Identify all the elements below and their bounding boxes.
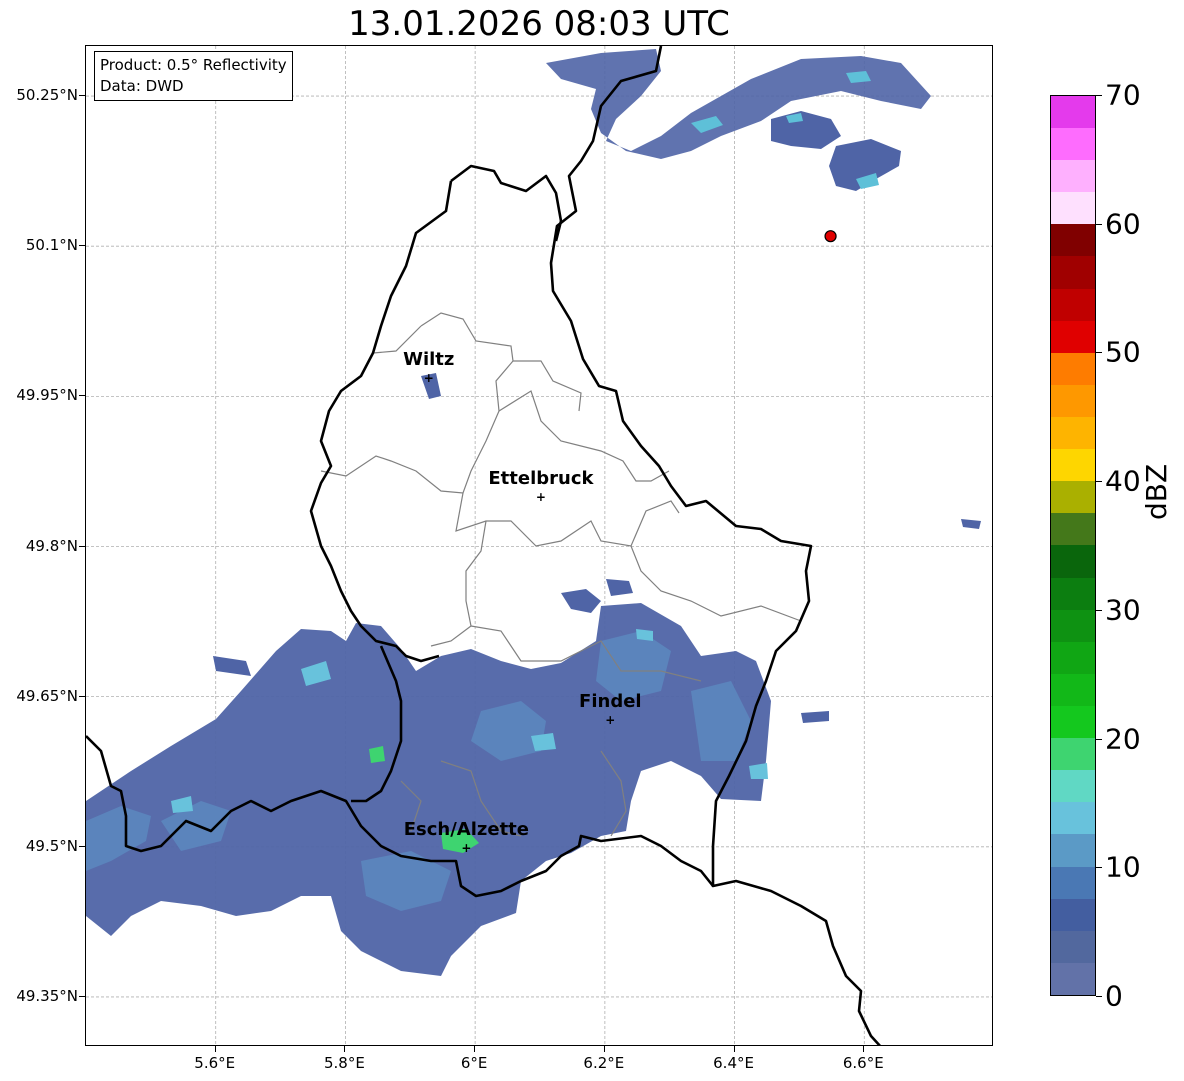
colorbar-step xyxy=(1051,673,1095,707)
lat-tickmark xyxy=(79,545,85,547)
colorbar-tickmark xyxy=(1096,352,1102,354)
colorbar-tickmark xyxy=(1096,996,1102,997)
colorbar-step xyxy=(1051,513,1095,546)
colorbar-step xyxy=(1051,352,1095,385)
colorbar-step xyxy=(1051,962,1095,995)
colorbar-step xyxy=(1051,770,1095,803)
colorbar-step xyxy=(1051,224,1095,257)
lon-tick-label: 5.6°E xyxy=(194,1054,236,1072)
colorbar-step xyxy=(1051,449,1095,482)
city-label: Esch/Alzette xyxy=(403,818,529,840)
city-marker-icon: + xyxy=(461,840,472,855)
radar-echo xyxy=(961,519,981,529)
city-marker-icon: + xyxy=(423,371,434,386)
radar-site-marker xyxy=(824,230,837,243)
radar-echo xyxy=(561,589,601,613)
colorbar-tick-label: 50 xyxy=(1105,335,1141,369)
colorbar-step xyxy=(1051,706,1095,739)
colorbar-step xyxy=(1051,577,1095,610)
lat-tickmark xyxy=(79,245,85,247)
lon-tick-label: 6°E xyxy=(460,1054,488,1072)
colorbar-step xyxy=(1051,128,1095,161)
map-canvas[interactable] xyxy=(86,46,993,1046)
colorbar-tick-label: 10 xyxy=(1105,850,1141,884)
colorbar-tick-label: 30 xyxy=(1105,593,1141,627)
radar-echo xyxy=(369,746,385,763)
colorbar-step xyxy=(1051,802,1095,835)
lat-tick-label: 49.95°N xyxy=(16,386,78,405)
colorbar-step xyxy=(1051,738,1095,771)
lon-tickmark xyxy=(733,1046,735,1052)
radar-echo xyxy=(531,733,556,751)
lon-tickmark xyxy=(474,1046,476,1052)
lat-tick-label: 50.1°N xyxy=(25,236,78,255)
colorbar-step xyxy=(1051,930,1095,963)
colorbar-step xyxy=(1051,160,1095,193)
lon-tick-label: 6.4°E xyxy=(713,1054,754,1072)
colorbar xyxy=(1050,95,1096,996)
radar-echoes xyxy=(86,49,981,976)
lat-tickmark xyxy=(79,845,85,847)
lat-tickmark xyxy=(79,995,85,997)
lon-tickmark xyxy=(863,1046,865,1052)
colorbar-tick-label: 60 xyxy=(1105,207,1141,241)
radar-echo xyxy=(606,579,633,596)
colorbar-step xyxy=(1051,192,1095,225)
lon-tick-label: 6.6°E xyxy=(842,1054,884,1072)
lat-tickmark xyxy=(79,95,85,97)
city-label: Findel xyxy=(579,690,642,712)
colorbar-step xyxy=(1051,545,1095,578)
map-title: 13.01.2026 08:03 UTC xyxy=(348,4,730,44)
colorbar-step xyxy=(1051,384,1095,418)
radar-echo xyxy=(213,656,251,676)
lat-tick-label: 49.65°N xyxy=(16,686,78,705)
map-panel[interactable] xyxy=(85,45,993,1046)
lat-tick-label: 49.35°N xyxy=(16,986,78,1005)
colorbar-label: dBZ xyxy=(1140,463,1173,520)
radar-echo xyxy=(801,711,829,723)
lon-tickmark xyxy=(344,1046,346,1052)
colorbar-step xyxy=(1051,866,1095,899)
colorbar-tick-label: 40 xyxy=(1105,464,1141,498)
colorbar-tick-label: 20 xyxy=(1105,722,1141,756)
colorbar-tickmark xyxy=(1096,223,1102,225)
lon-tickmark xyxy=(603,1046,605,1052)
lat-tick-label: 50.25°N xyxy=(16,86,78,105)
colorbar-step xyxy=(1051,609,1095,642)
city-marker-icon: + xyxy=(535,490,546,505)
lat-tick-label: 49.5°N xyxy=(25,836,78,855)
colorbar-step xyxy=(1051,256,1095,289)
lat-tickmark xyxy=(79,695,85,697)
colorbar-step xyxy=(1051,834,1095,867)
colorbar-step xyxy=(1051,288,1095,321)
data-source-label: Data: DWD xyxy=(100,77,184,95)
colorbar-tick-label: 70 xyxy=(1105,78,1141,112)
colorbar-tickmark xyxy=(1096,95,1102,96)
colorbar-step xyxy=(1051,898,1095,931)
city-marker-icon: + xyxy=(605,712,616,727)
lat-tickmark xyxy=(79,395,85,397)
colorbar-step xyxy=(1051,95,1095,129)
lon-tickmark xyxy=(214,1046,216,1052)
colorbar-tickmark xyxy=(1096,481,1102,483)
colorbar-step xyxy=(1051,320,1095,353)
radar-echo xyxy=(771,111,841,149)
colorbar-step xyxy=(1051,417,1095,450)
product-label: Product: 0.5° Reflectivity xyxy=(100,56,287,74)
colorbar-step xyxy=(1051,481,1095,514)
lat-tick-label: 49.8°N xyxy=(25,536,78,555)
city-label: Wiltz xyxy=(403,349,455,371)
city-label: Ettelbruck xyxy=(488,468,594,490)
product-info-box: Product: 0.5° Reflectivity Data: DWD xyxy=(94,51,293,101)
lon-tick-label: 5.8°E xyxy=(324,1054,365,1072)
colorbar-step xyxy=(1051,641,1095,674)
colorbar-tickmark xyxy=(1096,738,1102,740)
colorbar-tickmark xyxy=(1096,609,1102,611)
colorbar-tick-label: 0 xyxy=(1105,979,1123,1013)
colorbar-tickmark xyxy=(1096,867,1102,869)
lon-tick-label: 6.2°E xyxy=(583,1054,625,1072)
